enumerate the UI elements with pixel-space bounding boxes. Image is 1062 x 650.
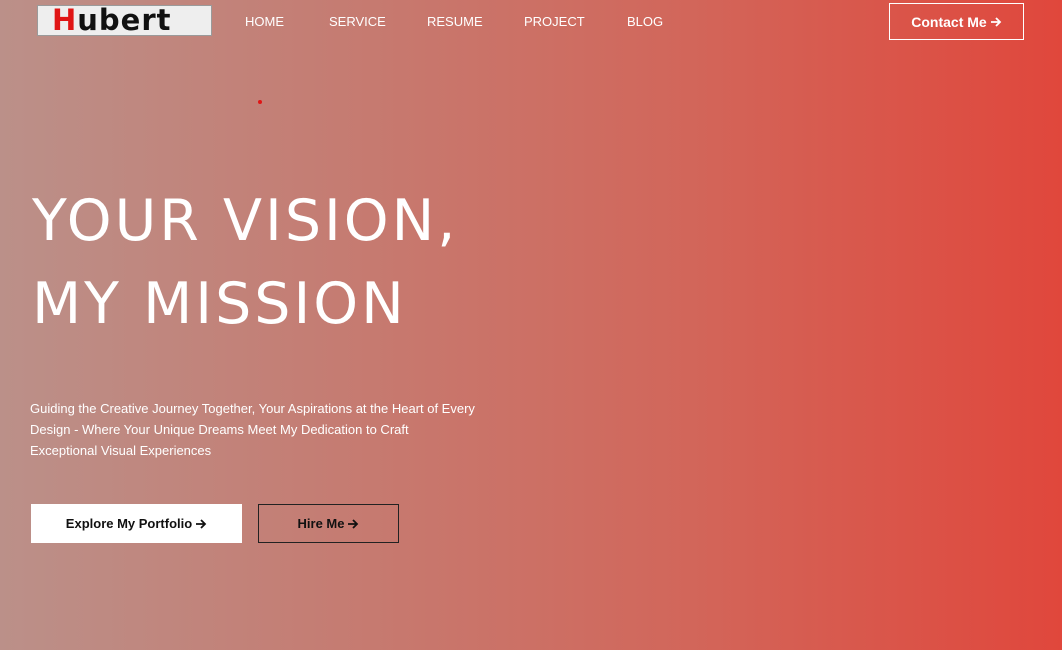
nav-item-blog[interactable]: BLOG <box>627 14 663 29</box>
explore-portfolio-button[interactable]: Explore My Portfolio <box>31 504 242 543</box>
logo[interactable]: Hubert <box>37 5 212 36</box>
arrow-right-icon <box>990 16 1002 28</box>
contact-me-button[interactable]: Contact Me <box>889 3 1024 40</box>
hero-subtitle: Guiding the Creative Journey Together, Y… <box>30 401 475 458</box>
logo-letter-h: H <box>52 3 78 37</box>
explore-portfolio-label: Explore My Portfolio <box>65 516 193 531</box>
arrow-right-icon <box>195 518 207 530</box>
nav-item-service[interactable]: SERVICE <box>329 14 386 29</box>
nav-item-home[interactable]: HOME <box>245 14 284 29</box>
arrow-right-icon <box>347 518 359 530</box>
nav-item-project[interactable]: PROJECT <box>524 14 585 29</box>
hire-me-button[interactable]: Hire Me <box>258 504 399 543</box>
hero-title-line-1: YOUR VISION, <box>32 188 459 254</box>
logo-text: ubert <box>77 3 172 37</box>
decorative-dot <box>258 100 262 104</box>
contact-me-label: Contact Me <box>911 13 987 30</box>
hero-title-line-2: MY MISSION <box>32 271 407 337</box>
nav-item-resume[interactable]: RESUME <box>427 14 483 29</box>
hire-me-label: Hire Me <box>297 516 345 531</box>
